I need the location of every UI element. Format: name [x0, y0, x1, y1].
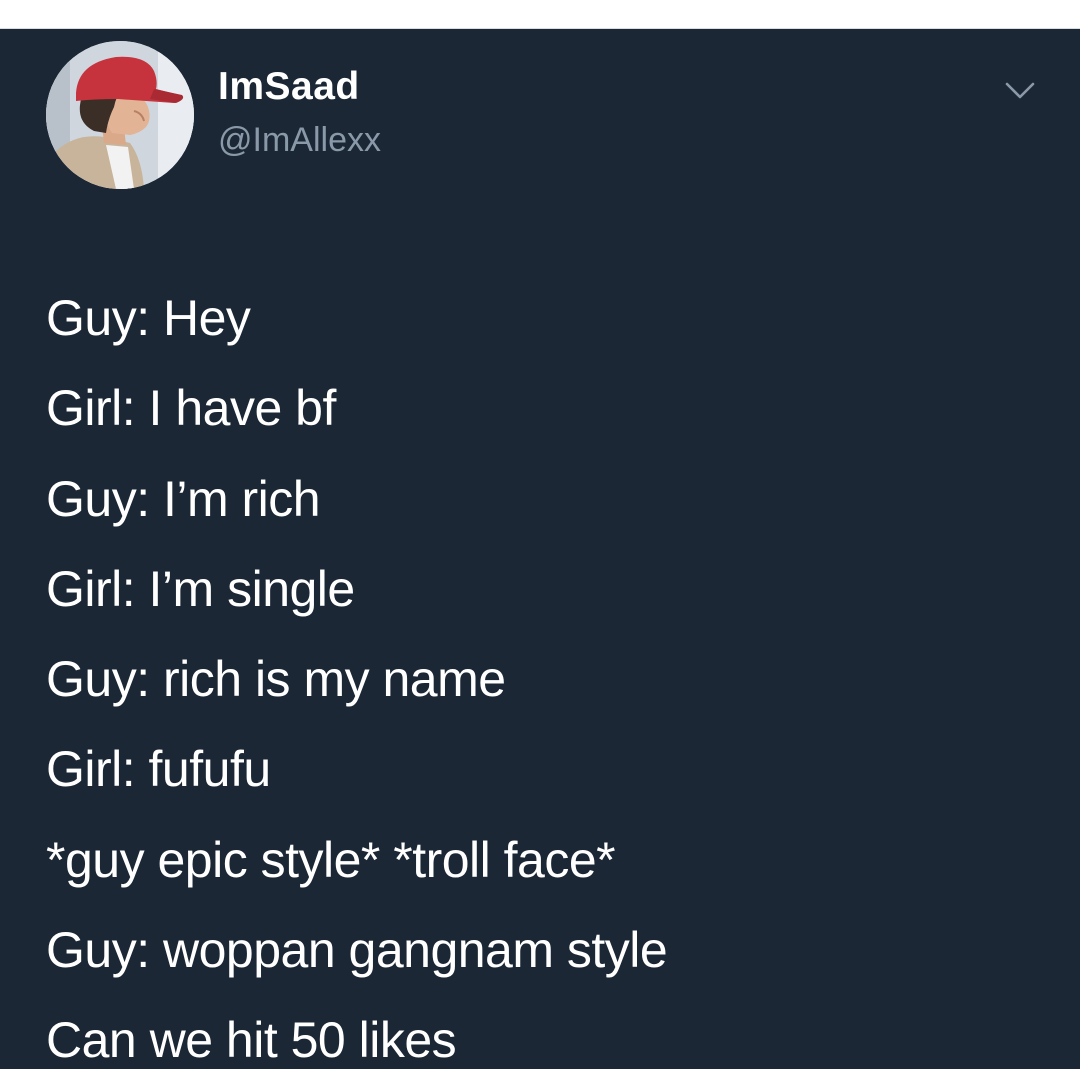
tweet-line: Girl: I have bf [46, 380, 336, 437]
bottom-strip [0, 1069, 1080, 1080]
author-avatar[interactable] [46, 41, 194, 189]
tweet-line: Can we hit 50 likes [46, 1012, 457, 1069]
author-handle[interactable]: @ImAllexx [218, 121, 381, 160]
tweet-text: Guy: Hey Girl: I have bf Guy: I’m rich G… [46, 273, 1056, 1069]
tweet-line: Girl: fufufu [46, 741, 271, 798]
screenshot-frame: ImSaad @ImAllexx Guy: Hey Girl: I have b… [0, 0, 1080, 1080]
chevron-down-icon[interactable] [1003, 79, 1037, 103]
author-display-name[interactable]: ImSaad [218, 65, 360, 109]
top-strip [0, 0, 1080, 29]
tweet-card: ImSaad @ImAllexx Guy: Hey Girl: I have b… [0, 29, 1080, 1069]
tweet-line: Guy: rich is my name [46, 651, 506, 708]
tweet-line: Guy: I’m rich [46, 470, 321, 527]
tweet-line: Girl: I’m single [46, 560, 355, 617]
tweet-line: Guy: woppan gangnam style [46, 922, 668, 979]
avatar-photo-icon [46, 41, 194, 189]
tweet-line: Guy: Hey [46, 290, 251, 346]
tweet-line: *guy epic style* *troll face* [46, 831, 616, 888]
